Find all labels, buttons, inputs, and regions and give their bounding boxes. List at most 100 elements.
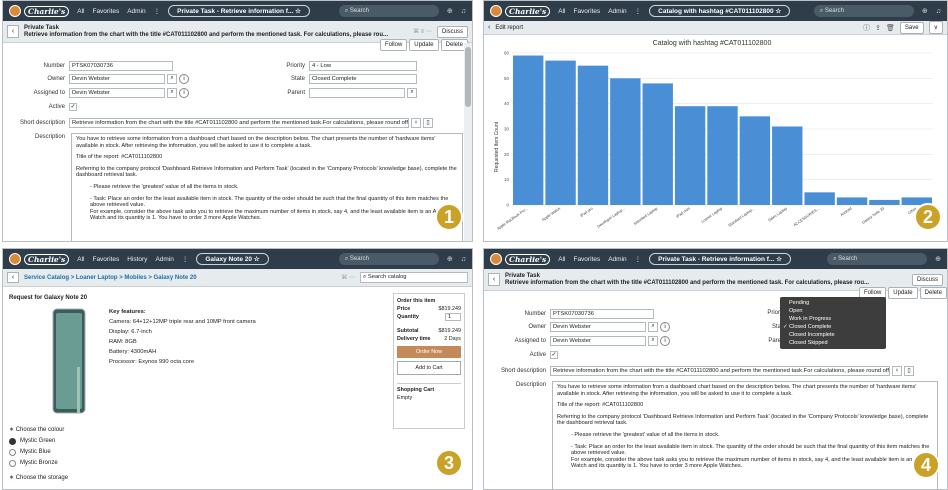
active-checkbox[interactable]: ✓: [550, 350, 558, 359]
info-icon[interactable]: i: [179, 73, 189, 84]
nav-favorites[interactable]: Favorites: [573, 256, 600, 263]
globe-icon[interactable]: ⊕: [447, 7, 453, 15]
lightbulb-icon[interactable]: ♀: [411, 117, 421, 128]
lightbulb-icon[interactable]: ♀: [892, 365, 902, 376]
chart-bar[interactable]: [545, 60, 576, 205]
global-search[interactable]: ⌕ Search: [813, 5, 914, 17]
context-pill[interactable]: Private Task - Retrieve information f...…: [649, 253, 791, 265]
book-icon[interactable]: ▯: [904, 365, 914, 376]
book-icon[interactable]: ▯: [423, 117, 433, 128]
radio-icon[interactable]: [9, 449, 16, 456]
state-option[interactable]: Closed Skipped: [783, 339, 883, 347]
state-select[interactable]: Closed Complete: [309, 73, 417, 84]
nav-favorites[interactable]: Favorites: [92, 8, 119, 15]
priority-select[interactable]: 4 - Low: [309, 60, 417, 71]
scrollbar[interactable]: [464, 43, 472, 241]
info-icon[interactable]: i: [660, 335, 670, 346]
state-option[interactable]: Pending: [783, 299, 883, 307]
globe-icon[interactable]: ⊕: [922, 7, 928, 15]
assigned-field[interactable]: Devin Webster: [69, 87, 165, 98]
back-button[interactable]: ‹: [7, 25, 19, 38]
chart-bar[interactable]: [707, 106, 738, 205]
chart-bar[interactable]: [836, 197, 868, 205]
bell-icon[interactable]: ♫: [936, 8, 941, 15]
info-icon[interactable]: ⓘ: [863, 23, 870, 33]
chart-bar[interactable]: [577, 65, 609, 206]
context-pill[interactable]: Private Task - Retrieve information f...…: [168, 5, 310, 17]
chart-bar[interactable]: [513, 55, 544, 206]
chart-bar[interactable]: [804, 192, 835, 205]
short-desc-field[interactable]: Retrieve information from the chart with…: [550, 365, 890, 376]
active-checkbox[interactable]: ✓: [69, 102, 77, 111]
state-option[interactable]: Work in Progress: [783, 315, 883, 323]
number-field[interactable]: PTSK07030736: [69, 60, 173, 71]
search-icon[interactable]: ⌕: [648, 335, 658, 346]
search-catalog-input[interactable]: ⌕ Search catalog: [360, 272, 468, 283]
attachment-icon[interactable]: ⌘ ≡ ⋯: [413, 28, 432, 35]
colour-option[interactable]: Mystic Green: [9, 436, 68, 447]
description-field[interactable]: You have to retrieve some information fr…: [71, 133, 463, 241]
follow-button[interactable]: Follow: [379, 39, 408, 51]
short-desc-field[interactable]: Retrieve information from the chart with…: [69, 117, 409, 128]
chart-bar[interactable]: [739, 116, 771, 205]
discuss-button[interactable]: Discuss: [911, 273, 943, 286]
more-icon[interactable]: ⋮: [154, 7, 161, 15]
nav-all[interactable]: All: [77, 256, 84, 263]
owner-field[interactable]: Devin Webster: [69, 73, 165, 84]
logo[interactable]: Charlie's: [9, 253, 70, 265]
radio-icon[interactable]: [9, 460, 16, 467]
chart-bar[interactable]: [642, 83, 673, 205]
global-search[interactable]: ⌕ Search: [827, 253, 928, 265]
bell-icon[interactable]: ♫: [461, 256, 466, 263]
order-now-button[interactable]: Order Now: [397, 346, 461, 358]
more-icon[interactable]: ⋮: [182, 255, 189, 263]
parent-field[interactable]: [309, 87, 405, 98]
save-dropdown-icon[interactable]: ∨: [928, 21, 943, 34]
back-icon[interactable]: ‹: [488, 24, 490, 31]
search-icon[interactable]: ⌕: [407, 87, 417, 98]
logo[interactable]: Charlie's: [9, 5, 70, 17]
info-icon[interactable]: i: [660, 321, 670, 332]
chart-bar[interactable]: [610, 78, 641, 205]
share-icon[interactable]: ⇪: [875, 24, 881, 32]
info-icon[interactable]: i: [179, 87, 189, 98]
state-option[interactable]: Closed Incomplete: [783, 331, 883, 339]
radio-selected-icon[interactable]: [9, 438, 16, 445]
globe-icon[interactable]: ⊕: [935, 255, 941, 263]
update-button[interactable]: Update: [409, 39, 439, 51]
globe-icon[interactable]: ⊕: [447, 255, 453, 263]
discuss-button[interactable]: Discuss: [436, 25, 468, 38]
global-search[interactable]: ⌕ Search: [338, 253, 439, 265]
nav-favorites[interactable]: Favorites: [92, 256, 119, 263]
number-field[interactable]: PTSK07030736: [550, 308, 654, 319]
nav-admin[interactable]: Admin: [127, 8, 145, 15]
logo[interactable]: Charlie's: [490, 253, 551, 265]
save-button[interactable]: Save: [899, 21, 924, 34]
state-option[interactable]: Open: [783, 307, 883, 315]
state-option-selected[interactable]: ✓ Closed Complete: [783, 323, 883, 331]
search-icon[interactable]: ⌕: [648, 321, 658, 332]
bell-icon[interactable]: ♫: [461, 8, 466, 15]
nav-admin[interactable]: Admin: [155, 256, 173, 263]
description-field[interactable]: You have to retrieve some information fr…: [552, 381, 938, 489]
more-icon[interactable]: ⋮: [635, 255, 642, 263]
nav-all[interactable]: All: [77, 8, 84, 15]
back-button[interactable]: ‹: [488, 273, 500, 286]
nav-history[interactable]: History: [127, 256, 147, 263]
breadcrumb[interactable]: Service Catalog > Loaner Laptop > Mobile…: [24, 275, 197, 281]
chart-bar[interactable]: [772, 126, 803, 205]
search-icon[interactable]: ⌕: [167, 73, 177, 84]
update-button[interactable]: Update: [888, 287, 918, 299]
nav-all[interactable]: All: [558, 8, 565, 15]
context-pill[interactable]: Galaxy Note 20 ☆: [196, 253, 269, 265]
logo[interactable]: Charlie's: [490, 5, 551, 17]
add-to-cart-button[interactable]: Add to Cart: [397, 361, 461, 375]
colour-option[interactable]: Mystic Bronze: [9, 458, 68, 469]
nav-admin[interactable]: Admin: [608, 8, 626, 15]
edit-report-link[interactable]: Edit report: [495, 25, 523, 31]
colour-option[interactable]: Mystic Blue: [9, 447, 68, 458]
global-search[interactable]: ⌕ Search: [338, 5, 439, 17]
chart-bar[interactable]: [869, 199, 900, 205]
owner-field[interactable]: Devin Webster: [550, 321, 646, 332]
delete-icon[interactable]: 🗑: [886, 24, 895, 32]
